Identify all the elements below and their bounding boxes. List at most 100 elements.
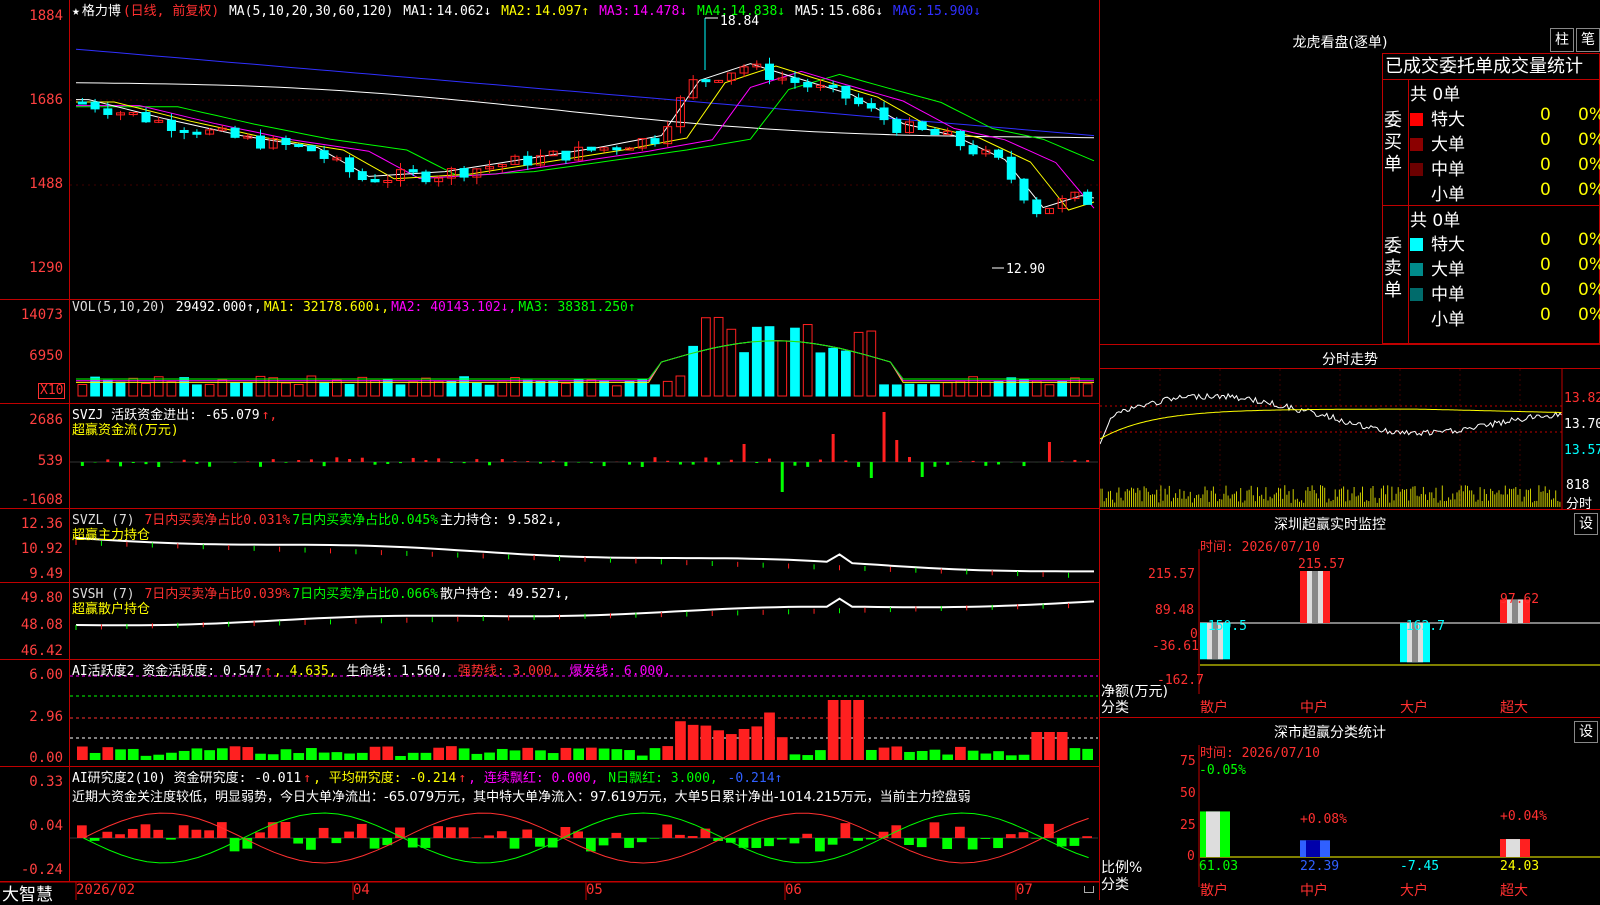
ai-active-bar — [242, 747, 254, 760]
ai-research-bar — [1031, 838, 1042, 839]
classify-value-label: 61.03 — [1199, 859, 1239, 874]
stock-name[interactable]: 格力博 — [82, 4, 121, 19]
ai-active-bar — [89, 752, 101, 760]
candle-down — [166, 119, 176, 131]
volume-bar — [192, 384, 202, 397]
ai-active-bar — [662, 746, 674, 760]
ai-research-bar — [1082, 836, 1092, 838]
ai-research-bar — [636, 838, 647, 843]
candle-down — [790, 77, 800, 83]
ai-research-bar — [496, 831, 507, 838]
monitor-y-label: 89.48 — [1155, 603, 1195, 618]
ai-research-bar — [776, 838, 787, 840]
ma5-value: 15.686↓ — [828, 4, 884, 19]
date-tick: 05 — [586, 882, 603, 898]
ai-active-bar — [318, 752, 330, 760]
date-tick: 04 — [353, 882, 370, 898]
ai-research-bar — [802, 833, 813, 838]
ai-research-legend-6: -0.214↑ — [719, 771, 783, 786]
intraday-price-line — [1100, 392, 1563, 445]
lock-icon[interactable] — [1084, 886, 1094, 893]
volume-bar — [408, 381, 419, 397]
candle-down — [841, 85, 851, 99]
volume-bar — [802, 324, 813, 397]
ai-active-bar — [369, 746, 381, 760]
kline-chart-canvas[interactable] — [0, 0, 1100, 900]
volume-bar — [853, 331, 864, 397]
vol-legend-1: 29492.000↑, — [167, 300, 262, 315]
candle-down — [650, 138, 660, 145]
ai-research-bar — [331, 838, 342, 844]
ai-active-bar — [102, 747, 114, 760]
vol-legend-2: MA1: 32178.600↓, — [263, 300, 390, 315]
monitor-y-label: -36.61 — [1152, 639, 1199, 654]
sell-mid-swatch — [1410, 288, 1423, 301]
ai-research-bar — [178, 825, 189, 838]
ai-research-bar — [1069, 838, 1080, 846]
ai-research-bar — [840, 823, 851, 838]
ma3-value: 14.478↓ — [632, 4, 688, 19]
ai-active-bar — [496, 748, 508, 760]
intraday-price-high: 13.82 — [1564, 391, 1600, 406]
ai-research-legend-4: , 连续飘红: 0.000, — [468, 771, 599, 786]
candle-down — [421, 171, 431, 183]
classify-bar-highlight — [1206, 811, 1220, 857]
ai-research-bar — [191, 829, 202, 838]
monitor-cat: 中户 — [1300, 700, 1328, 716]
svsh-legend-1: 7日内买卖净占比0.039% — [144, 587, 291, 602]
buy-large-pct: 0% — [1578, 130, 1600, 150]
volume-bar — [115, 381, 126, 397]
ai-research-bar — [255, 832, 265, 838]
ai-active-bar — [776, 737, 788, 760]
svsh-legend-2: 7日内买卖净占比0.066% — [292, 587, 439, 602]
ai-active-bar — [993, 751, 1004, 760]
buy-small-swatch — [1410, 188, 1423, 201]
vol-unit-badge: X10 — [38, 383, 66, 399]
sell-small-name: 小单 — [1431, 310, 1465, 330]
classify-axis-label2: 分类 — [1101, 877, 1129, 893]
bar-mode-button[interactable]: 柱 — [1550, 28, 1574, 52]
ai-research-bar — [77, 825, 87, 838]
ma2-value: 14.097↑ — [534, 4, 590, 19]
ai-active-bar — [1082, 748, 1093, 760]
monitor-value-label: -150.5 — [1200, 619, 1247, 634]
ai-active-legend-1: ↑ — [264, 664, 272, 679]
intraday-header-line — [1100, 344, 1600, 345]
ai-research-legend-0: AI研究度2(10) 资金研究度: -0.011 — [72, 771, 302, 786]
stat-tabs-label[interactable]: 已成交委托单成交量统计 — [1383, 56, 1583, 77]
period-label[interactable]: (日线, 前复权) — [123, 4, 219, 19]
buy-row: 特大 0 0% — [1410, 105, 1600, 130]
volume-bar — [319, 381, 329, 397]
ai-active-bar — [611, 749, 623, 760]
ai-research-bar — [675, 834, 685, 838]
classify-bar-highlight — [1306, 840, 1320, 857]
ai-active-bar — [1044, 732, 1055, 760]
dragon-tiger-tabs[interactable]: 已成交委托单成交量统计 — [1382, 53, 1600, 80]
candle-down — [1032, 199, 1042, 215]
intraday-chart[interactable] — [1100, 369, 1600, 509]
ai-active-bar — [382, 746, 394, 760]
classify-y-label: 50 — [1180, 786, 1196, 801]
volume-bar — [204, 383, 215, 397]
buy-row: 大单 0 0% — [1410, 130, 1600, 155]
volume-bar — [471, 382, 482, 397]
ai-active-bar — [713, 730, 724, 760]
ai-active-bar — [420, 752, 432, 760]
classify-y-label: 75 — [1180, 754, 1196, 769]
date-tick: 07 — [1016, 882, 1033, 898]
pen-mode-button[interactable]: 笔 — [1576, 28, 1600, 52]
volume-bar — [942, 382, 953, 397]
star-icon[interactable]: ★ — [72, 4, 80, 19]
sell-small-swatch — [1410, 313, 1423, 326]
monitor-cat: 超大 — [1500, 700, 1528, 716]
ai-research-legend-5: N日飘红: 3.000, — [600, 771, 718, 786]
ai-research-bar — [204, 830, 214, 838]
ai-active-bar — [865, 749, 877, 760]
ai-research-bar — [89, 838, 100, 841]
candle-down — [103, 108, 113, 115]
ai-active-bar — [687, 724, 699, 760]
ai-active-legend-4: 强势线: 3.000, — [450, 664, 560, 679]
ai-active-bar — [216, 748, 228, 760]
volume-bar — [968, 376, 978, 397]
ai-active-bar — [853, 700, 864, 760]
